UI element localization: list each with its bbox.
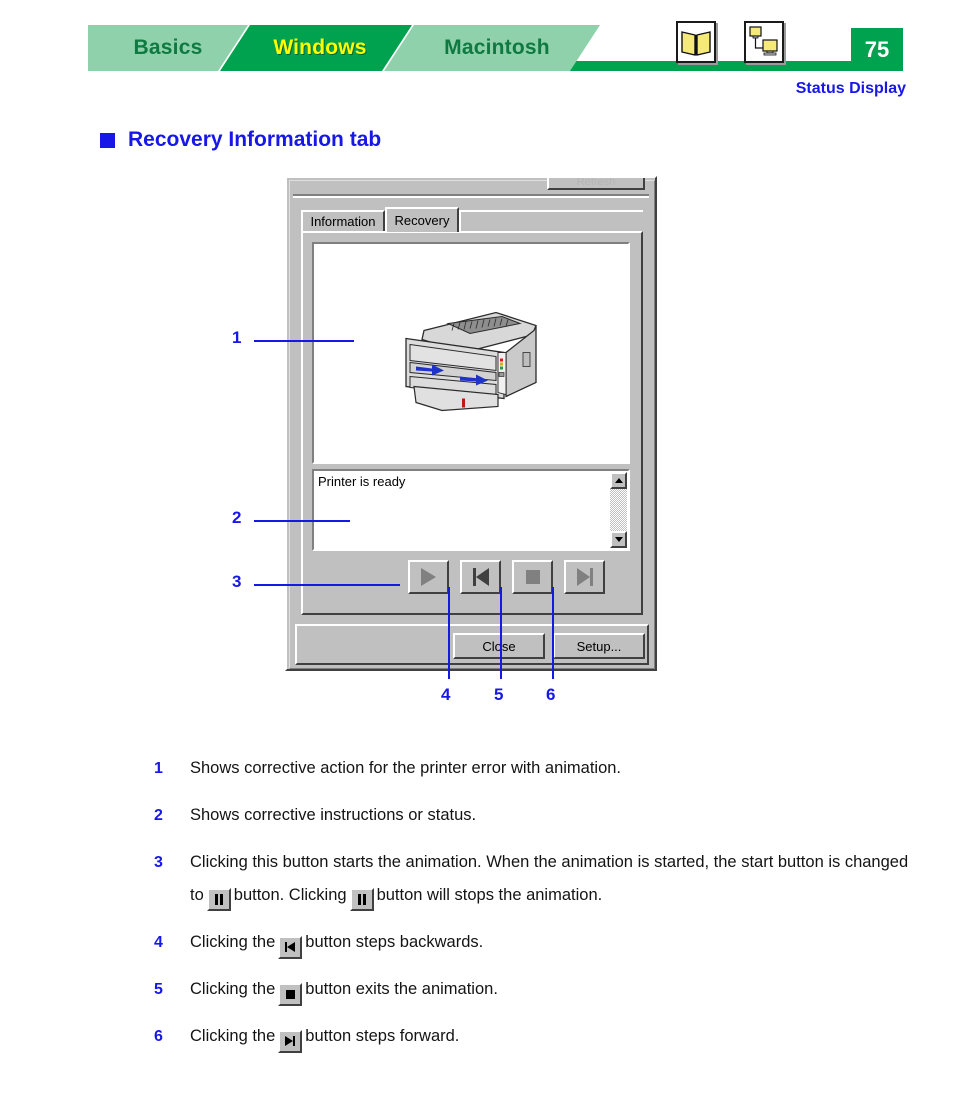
dialog-window: Refresh Information Recovery Printer is … xyxy=(285,176,657,671)
message-scrollbar[interactable] xyxy=(610,472,627,548)
page-title: Recovery Information tab xyxy=(100,128,381,152)
status-display-dialog: Refresh Information Recovery Printer is … xyxy=(285,176,657,671)
callout-4-leader xyxy=(448,587,450,679)
callout-3-leader xyxy=(254,584,400,586)
note-number: 2 xyxy=(154,807,163,824)
note-number: 3 xyxy=(154,854,163,871)
callout-5-number: 5 xyxy=(494,685,504,704)
network-icon[interactable] xyxy=(744,21,784,63)
bullet-square-icon xyxy=(100,132,115,148)
tab-information-label: Information xyxy=(310,214,376,229)
step-forward-icon xyxy=(576,568,593,586)
list-item: 2 Shows corrective instructions or statu… xyxy=(152,799,922,832)
note-number: 1 xyxy=(154,760,163,777)
list-item: 5 Clicking the button exits the animation… xyxy=(152,973,922,1006)
list-item: 1 Shows corrective action for the printe… xyxy=(152,752,922,785)
tab-information[interactable]: Information xyxy=(301,210,385,231)
callout-6-leader xyxy=(552,587,554,679)
clipped-toolbar-region: Refresh xyxy=(293,178,651,194)
pause-icon xyxy=(349,888,374,911)
tab-recovery[interactable]: Recovery xyxy=(385,207,459,232)
refresh-button[interactable]: Refresh xyxy=(547,178,645,190)
scroll-up-icon[interactable] xyxy=(610,472,627,489)
note-text: Shows corrective instructions or status. xyxy=(190,806,477,824)
stop-icon xyxy=(278,983,303,1006)
tab-panel: Information Recovery Printer is ready xyxy=(301,207,643,615)
step-forward-button[interactable] xyxy=(564,560,605,594)
step-backward-icon xyxy=(472,568,489,586)
scrollbar-track[interactable] xyxy=(610,489,627,531)
callout-5-leader xyxy=(500,587,502,679)
step-backward-button[interactable] xyxy=(460,560,501,594)
nav-tab-macintosh-label: Macintosh xyxy=(444,36,550,59)
page-header: Basics Windows Macintosh 75 Status Displ… xyxy=(0,0,954,110)
close-button[interactable]: Close xyxy=(453,633,545,659)
pause-icon xyxy=(206,888,231,911)
nav-tab-macintosh[interactable]: Macintosh xyxy=(384,25,600,71)
page-title-text: Recovery Information tab xyxy=(128,128,382,151)
note-text: Clicking the xyxy=(190,933,276,951)
playback-toolbar xyxy=(312,558,630,602)
toolbar-divider xyxy=(293,194,649,198)
note-number: 5 xyxy=(154,981,163,998)
callout-2-number: 2 xyxy=(232,508,242,527)
dialog-footer: Close Setup... xyxy=(295,624,649,665)
callout-1-number: 1 xyxy=(232,328,242,347)
note-number: 4 xyxy=(154,934,163,951)
callout-4-number: 4 xyxy=(441,685,451,704)
stop-icon xyxy=(525,570,540,584)
list-item: 6 Clicking the button steps forward. xyxy=(152,1020,922,1053)
callout-3-number: 3 xyxy=(232,572,242,591)
note-text: button. Clicking xyxy=(233,886,347,904)
tab-strip-filler xyxy=(459,210,643,231)
list-item: 4 Clicking the button steps backwards. xyxy=(152,926,922,959)
note-text: Shows corrective action for the printer … xyxy=(190,759,622,777)
setup-button[interactable]: Setup... xyxy=(553,633,645,659)
stop-button[interactable] xyxy=(512,560,553,594)
callout-1-leader xyxy=(254,340,354,342)
page-number-badge: 75 xyxy=(851,28,903,71)
printer-illustration xyxy=(405,311,537,412)
notes-list: 1 Shows corrective action for the printe… xyxy=(152,752,922,1067)
step-backward-icon xyxy=(278,935,303,959)
book-icon[interactable] xyxy=(676,21,716,63)
list-item: 3 Clicking this button starts the animat… xyxy=(152,846,922,912)
note-text: Clicking the xyxy=(190,1027,276,1045)
play-icon xyxy=(421,568,436,586)
message-box[interactable]: Printer is ready xyxy=(312,469,630,551)
section-caption: Status Display xyxy=(795,80,906,97)
note-text: Clicking the xyxy=(190,980,276,998)
note-text: button exits the animation. xyxy=(305,980,498,998)
note-text: button steps forward. xyxy=(305,1027,460,1045)
step-forward-icon xyxy=(278,1029,303,1053)
message-text: Printer is ready xyxy=(318,474,406,489)
scroll-down-icon[interactable] xyxy=(610,531,627,548)
play-button[interactable] xyxy=(408,560,449,594)
animation-canvas xyxy=(312,242,630,464)
nav-tab-basics-label: Basics xyxy=(133,36,203,59)
tab-recovery-label: Recovery xyxy=(394,213,450,228)
note-number: 6 xyxy=(154,1028,163,1045)
tab-strip: Information Recovery xyxy=(301,207,643,232)
callout-6-number: 6 xyxy=(546,685,556,704)
nav-tab-windows-label: Windows xyxy=(273,36,367,59)
note-text: button will stops the animation. xyxy=(376,886,603,904)
nav-tab-windows[interactable]: Windows xyxy=(220,25,412,71)
nav-tab-basics[interactable]: Basics xyxy=(88,25,248,71)
callout-2-leader xyxy=(254,520,350,522)
tab-body: Printer is ready xyxy=(301,231,643,615)
note-text: button steps backwards. xyxy=(305,933,484,951)
